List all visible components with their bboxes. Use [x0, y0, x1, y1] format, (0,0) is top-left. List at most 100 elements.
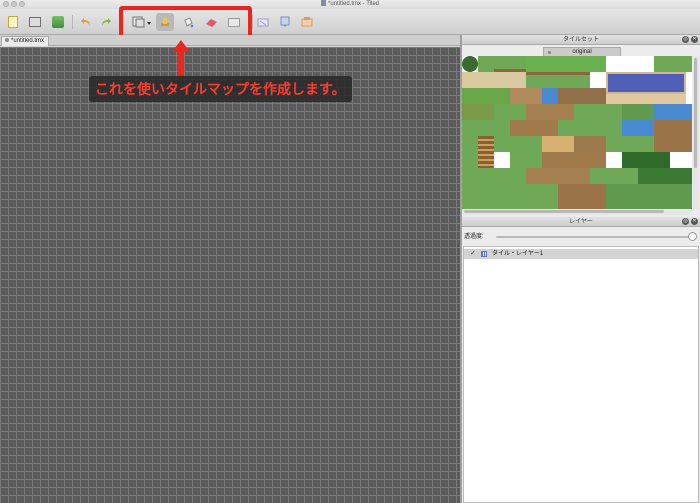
save-icon	[52, 16, 64, 28]
tileset-tile[interactable]	[622, 152, 670, 168]
layers-panel-title: レイヤー	[569, 219, 593, 225]
opacity-slider-knob[interactable]	[688, 232, 697, 241]
scroll-thumb[interactable]	[694, 58, 697, 168]
magic-wand-button[interactable]	[254, 13, 272, 31]
tileset-view[interactable]	[462, 56, 692, 209]
insert-object-button[interactable]	[298, 13, 316, 31]
tileset-tile[interactable]	[494, 136, 542, 152]
tileset-panel-header: タイルセット ◎ ✕	[462, 35, 700, 45]
open-map-button[interactable]	[26, 13, 44, 31]
tileset-tile[interactable]	[670, 152, 692, 168]
tileset-tile[interactable]	[526, 168, 590, 184]
panel-close-icon[interactable]: ✕	[691, 36, 698, 43]
tileset-tile[interactable]	[542, 136, 574, 152]
tileset-tile[interactable]	[654, 136, 692, 152]
tileset-tile[interactable]	[558, 120, 622, 136]
panel-float-icon[interactable]: ◎	[682, 218, 689, 225]
tileset-tile[interactable]	[590, 72, 606, 88]
tileset-tile[interactable]	[622, 104, 654, 120]
tileset-tile[interactable]	[574, 104, 622, 120]
tileset-tile[interactable]	[462, 104, 494, 120]
tileset-tile[interactable]	[526, 56, 606, 72]
tileset-tile[interactable]	[510, 120, 558, 136]
tileset-tile[interactable]	[590, 168, 638, 184]
close-tab-icon[interactable]	[5, 38, 9, 42]
new-document-icon	[8, 16, 18, 28]
tileset-tile[interactable]	[462, 88, 510, 104]
tileset-tile[interactable]	[638, 168, 692, 184]
new-map-button[interactable]	[4, 13, 22, 31]
title-bar: *untitled.tmx - Tiled	[0, 0, 700, 9]
panel-close-icon[interactable]: ✕	[691, 218, 698, 225]
tileset-tab-label: original	[572, 49, 592, 55]
magic-wand-icon	[257, 18, 269, 27]
redo-button[interactable]	[97, 13, 115, 31]
tileset-tile[interactable]	[574, 136, 606, 152]
tileset-tile[interactable]	[654, 56, 692, 72]
tileset-tile[interactable]	[510, 152, 542, 168]
tileset-tile[interactable]	[494, 104, 526, 120]
tile-layer-icon	[481, 251, 487, 257]
open-document-icon	[29, 17, 41, 27]
tileset-tile[interactable]	[526, 104, 574, 120]
tileset-tile[interactable]	[606, 152, 622, 168]
layer-row[interactable]: ✓ タイル・レイヤー1	[464, 249, 698, 259]
layers-panel-header: レイヤー ◎ ✕	[462, 217, 700, 227]
document-tab-strip: *untitled.tmx	[0, 35, 460, 46]
right-dock: タイルセット ◎ ✕ original レイヤー ◎ ✕ 透過度: ✓ タイル・…	[462, 35, 700, 503]
tileset-tile[interactable]	[606, 184, 692, 209]
tab-label: *untitled.tmx	[11, 38, 45, 44]
tileset-tile[interactable]	[462, 184, 558, 209]
tileset-tile[interactable]	[606, 56, 654, 72]
save-map-button[interactable]	[49, 13, 67, 31]
tileset-tab[interactable]: original	[543, 47, 621, 56]
document-icon	[320, 0, 326, 6]
annotation-arrow	[178, 49, 184, 75]
tileset-tile[interactable]	[462, 72, 526, 88]
tileset-tile[interactable]	[606, 136, 654, 152]
scroll-thumb[interactable]	[464, 210, 664, 213]
layer-name: タイル・レイヤー1	[492, 251, 544, 257]
tileset-tile[interactable]	[558, 88, 606, 104]
close-tab-icon[interactable]	[548, 51, 551, 54]
panel-float-icon[interactable]: ◎	[682, 36, 689, 43]
tileset-tile[interactable]	[542, 88, 558, 104]
tileset-horizontal-scrollbar[interactable]	[462, 209, 692, 215]
tileset-tile[interactable]	[542, 152, 606, 168]
undo-button[interactable]	[77, 13, 95, 31]
tileset-tile[interactable]	[462, 168, 526, 184]
tileset-tile[interactable]	[526, 72, 590, 88]
tileset-tile[interactable]	[494, 56, 526, 72]
select-same-tile-button[interactable]	[276, 13, 294, 31]
tiled-window: *untitled.tmx - Tiled *untitled.tmx これを使…	[0, 0, 700, 503]
tileset-tile[interactable]	[510, 88, 542, 104]
tileset-vertical-scrollbar[interactable]	[693, 56, 699, 209]
tileset-tile[interactable]	[478, 56, 494, 72]
layer-visibility-checkbox[interactable]: ✓	[470, 249, 476, 259]
opacity-slider[interactable]	[496, 236, 692, 238]
tileset-tile[interactable]	[606, 72, 686, 94]
toolbar-separator	[252, 15, 253, 29]
tileset-tile[interactable]	[478, 136, 494, 168]
tileset-tile[interactable]	[622, 120, 654, 136]
select-same-tile-icon	[280, 16, 290, 27]
tileset-tile[interactable]	[462, 120, 510, 136]
tileset-tile[interactable]	[654, 104, 692, 120]
main-toolbar	[0, 9, 700, 35]
tileset-tile[interactable]	[462, 136, 478, 168]
tileset-tile[interactable]	[654, 120, 692, 136]
tileset-tile[interactable]	[494, 152, 510, 168]
tileset-tile[interactable]	[558, 184, 606, 209]
layer-list: ✓ タイル・レイヤー1	[463, 246, 699, 503]
tileset-tile[interactable]	[462, 56, 478, 72]
undo-icon	[81, 18, 90, 26]
opacity-label: 透過度:	[464, 234, 484, 240]
object-icon	[301, 17, 313, 27]
tab-untitled-tmx[interactable]: *untitled.tmx	[1, 36, 50, 46]
tileset-panel-title: タイルセット	[562, 37, 599, 43]
annotation-callout: これを使いタイルマップを作成します。	[89, 76, 352, 102]
map-canvas[interactable]	[0, 47, 460, 503]
redo-icon	[102, 18, 111, 26]
tileset-tile[interactable]	[606, 94, 686, 104]
window-title: *untitled.tmx - Tiled	[327, 1, 380, 7]
